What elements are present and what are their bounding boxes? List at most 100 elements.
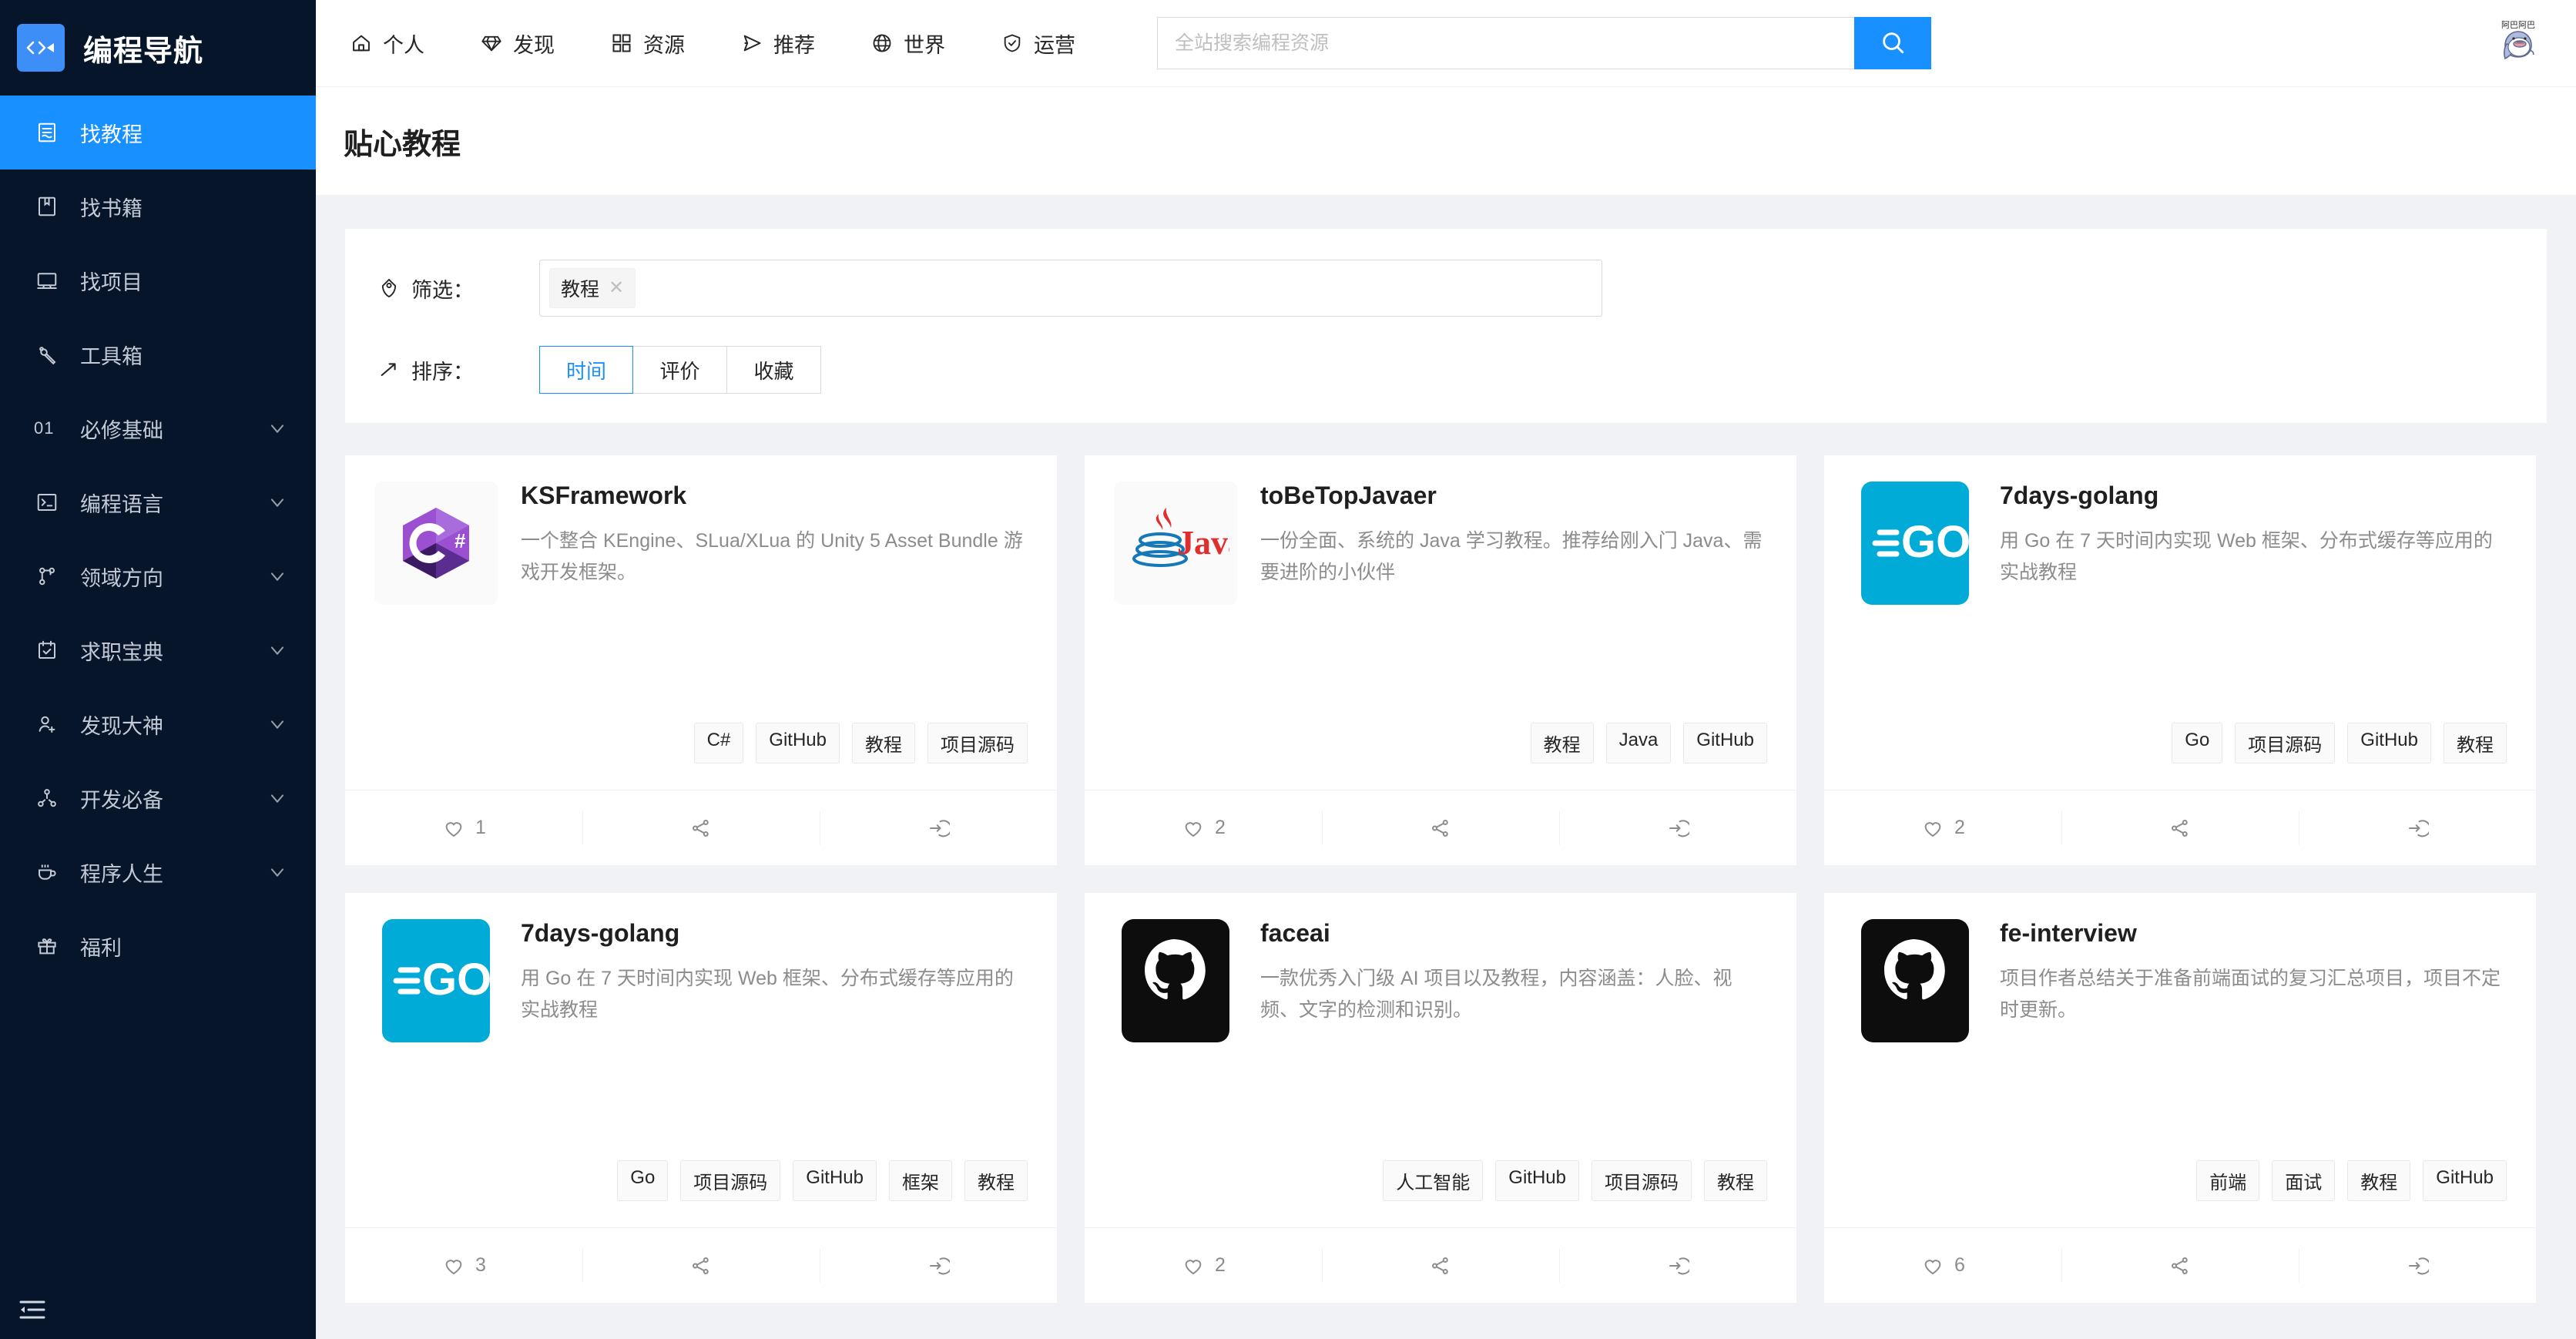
card-tag[interactable]: 项目源码	[680, 1160, 781, 1201]
like-count: 2	[1215, 817, 1226, 838]
card-tag[interactable]: Java	[1605, 723, 1672, 763]
sort-option-time[interactable]: 时间	[539, 346, 633, 394]
open-button[interactable]	[1559, 1248, 1796, 1283]
like-button[interactable]: 1	[345, 811, 582, 845]
sidebar-item-toolbox[interactable]: 工具箱	[0, 317, 316, 391]
sidebar-item-programmer-life[interactable]: 程序人生	[0, 835, 316, 909]
sort-option-rating[interactable]: 评价	[633, 346, 727, 394]
chevron-down-icon	[267, 787, 288, 809]
card-tag[interactable]: 项目源码	[1592, 1160, 1692, 1201]
share-button[interactable]	[1322, 810, 1559, 845]
card-footer: 1	[345, 790, 1057, 865]
card-tag[interactable]: 面试	[2272, 1160, 2336, 1201]
avatar[interactable]: 阿巴阿巴	[2490, 15, 2547, 72]
csharp-logo-icon: #	[374, 482, 498, 605]
like-button[interactable]: 2	[1824, 811, 2061, 845]
open-button[interactable]	[2299, 1248, 2536, 1283]
sidebar-item-domain-directions[interactable]: 领域方向	[0, 539, 316, 613]
brand-logo[interactable]: 编程导航	[0, 0, 316, 96]
tutorial-icon	[34, 119, 60, 146]
open-button[interactable]	[820, 1248, 1057, 1283]
card-tag[interactable]: GitHub	[1683, 723, 1767, 763]
resource-card[interactable]: GO 7days-golang 用 Go 在 7 天时间内实现 Web 框架、分…	[345, 893, 1057, 1303]
share-button[interactable]	[582, 1248, 820, 1283]
card-tag[interactable]: 框架	[889, 1160, 952, 1201]
card-tag[interactable]: 教程	[852, 723, 915, 763]
branch-icon	[34, 563, 60, 589]
resource-card[interactable]: faceai 一款优秀入门级 AI 项目以及教程，内容涵盖：人脸、视频、文字的检…	[1085, 893, 1796, 1303]
card-tag[interactable]: 教程	[2444, 723, 2507, 763]
content-scroll[interactable]: 筛选： 教程 ✕ 排序： 时间 评价 收藏 # KSFramework 一个整合…	[316, 195, 2576, 1339]
top-header: 个人 发现 资源 推荐 世界 运营 全站搜索编程资源 阿巴阿巴	[316, 0, 2576, 87]
topnav-item-discover[interactable]: 发现	[480, 29, 555, 59]
tag-icon	[377, 277, 401, 300]
card-tag[interactable]: C#	[693, 723, 744, 763]
filter-chip[interactable]: 教程 ✕	[549, 268, 636, 308]
topnav-item-world[interactable]: 世界	[870, 29, 945, 59]
share-button[interactable]	[582, 810, 820, 845]
like-button[interactable]: 3	[345, 1249, 582, 1283]
card-tag[interactable]: GitHub	[2347, 723, 2431, 763]
sidebar-item-required-basics[interactable]: 01 必修基础	[0, 391, 316, 465]
card-tag[interactable]: 教程	[1530, 723, 1594, 763]
card-tag[interactable]: 项目源码	[2235, 723, 2336, 763]
sidebar-item-dev-essentials[interactable]: 开发必备	[0, 761, 316, 835]
close-icon[interactable]: ✕	[609, 279, 624, 297]
resource-card[interactable]: fe-interview 项目作者总结关于准备前端面试的复习汇总项目，项目不定时…	[1824, 893, 2536, 1303]
share-alt-icon	[2168, 816, 2192, 841]
card-body: Java toBeTopJavaer 一份全面、系统的 Java 学习教程。推荐…	[1085, 455, 1796, 790]
card-tag[interactable]: 教程	[964, 1160, 1028, 1201]
open-button[interactable]	[2299, 810, 2536, 845]
menu-fold-icon[interactable]	[17, 1294, 48, 1325]
share-button[interactable]	[1322, 1248, 1559, 1283]
card-tag[interactable]: GitHub	[793, 1160, 877, 1201]
sidebar-item-label: 工具箱	[80, 344, 143, 368]
like-button[interactable]: 2	[1085, 811, 1322, 845]
open-button[interactable]	[1559, 810, 1796, 845]
sort-option-favorites[interactable]: 收藏	[727, 346, 821, 394]
filter-tag-input[interactable]: 教程 ✕	[539, 260, 1602, 317]
card-tag[interactable]: 人工智能	[1383, 1160, 1484, 1201]
topnav-item-operations[interactable]: 运营	[1001, 29, 1075, 59]
card-tag[interactable]: 项目源码	[927, 723, 1028, 763]
sidebar-item-find-projects[interactable]: 找项目	[0, 243, 316, 317]
sidebar-item-label: 求职宝典	[80, 640, 163, 664]
search-button[interactable]	[1854, 17, 1931, 69]
resource-card[interactable]: GO 7days-golang 用 Go 在 7 天时间内实现 Web 框架、分…	[1824, 455, 2536, 865]
card-tag[interactable]: Go	[2172, 723, 2223, 763]
card-tag[interactable]: 教程	[2347, 1160, 2411, 1201]
topnav-item-personal[interactable]: 个人	[350, 29, 424, 59]
card-tag[interactable]: 前端	[2196, 1160, 2260, 1201]
card-tag[interactable]: Go	[617, 1160, 669, 1201]
search-input[interactable]	[1157, 17, 1854, 69]
resource-card[interactable]: Java toBeTopJavaer 一份全面、系统的 Java 学习教程。推荐…	[1085, 455, 1796, 865]
sidebar-item-job-hunting[interactable]: 求职宝典	[0, 613, 316, 687]
enter-icon	[926, 816, 951, 841]
open-button[interactable]	[820, 810, 1057, 845]
chevron-down-icon	[267, 713, 288, 735]
card-tag[interactable]: GitHub	[1495, 1160, 1579, 1201]
like-button[interactable]: 2	[1085, 1249, 1322, 1283]
book-icon	[34, 193, 60, 220]
card-tag[interactable]: GitHub	[2423, 1160, 2507, 1201]
like-count: 1	[475, 817, 486, 838]
trending-up-icon	[377, 358, 401, 381]
card-tag[interactable]: GitHub	[756, 723, 840, 763]
card-texts: toBeTopJavaer 一份全面、系统的 Java 学习教程。推荐给刚入门 …	[1260, 482, 1767, 605]
topnav-item-recommend[interactable]: 推荐	[740, 29, 815, 59]
topnav-item-resources[interactable]: 资源	[610, 29, 685, 59]
share-button[interactable]	[2061, 1248, 2299, 1283]
search-icon	[1880, 29, 1906, 58]
sidebar-item-find-books[interactable]: 找书籍	[0, 169, 316, 243]
resource-card[interactable]: # KSFramework 一个整合 KEngine、SLua/XLua 的 U…	[345, 455, 1057, 865]
sidebar-item-benefits[interactable]: 福利	[0, 909, 316, 983]
card-tag[interactable]: 教程	[1704, 1160, 1767, 1201]
sidebar-item-discover-experts[interactable]: 发现大神	[0, 687, 316, 761]
sidebar-item-programming-languages[interactable]: 编程语言	[0, 465, 316, 539]
main-area: 个人 发现 资源 推荐 世界 运营 全站搜索编程资源 阿巴阿巴 贴心教程 筛选：…	[316, 0, 2576, 1339]
share-button[interactable]	[2061, 810, 2299, 845]
like-button[interactable]: 6	[1824, 1249, 2061, 1283]
card-top: Java toBeTopJavaer 一份全面、系统的 Java 学习教程。推荐…	[1114, 482, 1767, 605]
filter-panel: 筛选： 教程 ✕ 排序： 时间 评价 收藏	[345, 229, 2547, 423]
sidebar-item-find-tutorials[interactable]: 找教程	[0, 96, 316, 169]
